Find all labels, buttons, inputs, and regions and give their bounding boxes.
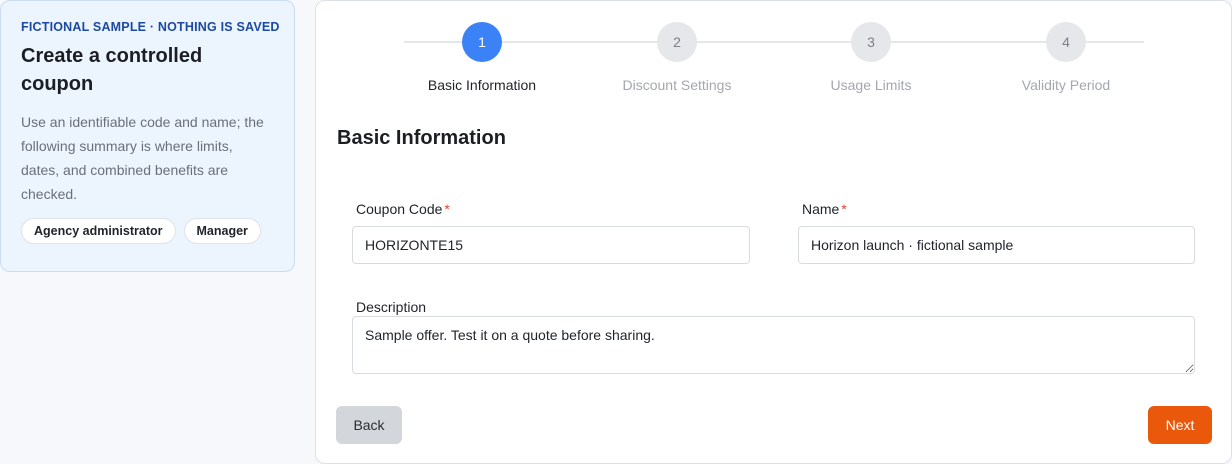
step-label: Discount Settings xyxy=(622,77,732,93)
description-textarea[interactable]: Sample offer. Test it on a quote before … xyxy=(352,316,1195,374)
coupon-code-input[interactable] xyxy=(352,226,750,264)
name-label: Name * xyxy=(802,201,847,217)
required-mark: * xyxy=(841,201,847,217)
step-number: 1 xyxy=(462,22,502,62)
coupon-form-panel: 1 Basic Information 2 Discount Settings … xyxy=(315,0,1232,464)
section-title: Basic Information xyxy=(337,127,506,149)
coupon-code-label-text: Coupon Code xyxy=(356,201,443,217)
step-number: 3 xyxy=(851,22,891,62)
stepper: 1 Basic Information 2 Discount Settings … xyxy=(316,1,1231,101)
step-label: Usage Limits xyxy=(830,77,912,93)
role-chip-manager: Manager xyxy=(183,218,261,244)
description-label: Description xyxy=(356,299,427,315)
step-discount-settings[interactable]: 2 Discount Settings xyxy=(597,22,757,93)
step-validity-period[interactable]: 4 Validity Period xyxy=(986,22,1146,93)
step-basic-information[interactable]: 1 Basic Information xyxy=(402,22,562,93)
role-chips: Agency administrator Manager xyxy=(21,218,274,244)
role-chip-agency-administrator: Agency administrator xyxy=(21,218,176,244)
back-button[interactable]: Back xyxy=(336,406,402,444)
card-description: Use an identifiable code and name; the f… xyxy=(21,114,264,202)
step-label: Basic Information xyxy=(427,77,537,93)
sample-notice: FICTIONAL SAMPLE · NOTHING IS SAVED xyxy=(21,20,280,34)
name-input[interactable] xyxy=(798,226,1195,264)
step-label: Validity Period xyxy=(1021,77,1111,93)
step-number: 4 xyxy=(1046,22,1086,62)
step-usage-limits[interactable]: 3 Usage Limits xyxy=(791,22,951,93)
required-mark: * xyxy=(444,201,450,217)
next-button[interactable]: Next xyxy=(1148,406,1212,444)
card-title: Create a controlled coupon xyxy=(21,45,203,95)
coupon-code-label: Coupon Code * xyxy=(356,201,450,217)
info-card: FICTIONAL SAMPLE · NOTHING IS SAVED Crea… xyxy=(0,0,295,272)
step-number: 2 xyxy=(657,22,697,62)
name-label-text: Name xyxy=(802,201,840,217)
